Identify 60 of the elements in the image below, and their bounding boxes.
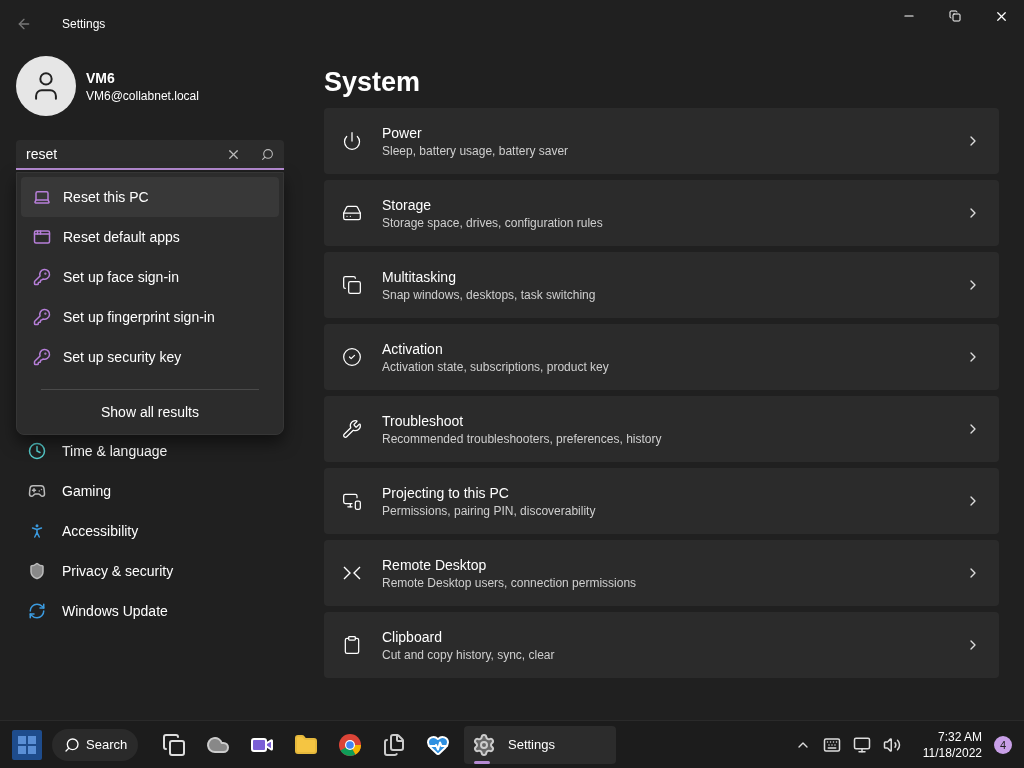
folder-icon[interactable] <box>294 732 318 757</box>
nav-item[interactable]: Accessibility <box>62 523 139 539</box>
page-title: System <box>324 65 422 99</box>
monitor-icon <box>342 491 362 511</box>
browser-icon[interactable] <box>338 732 362 757</box>
notification-badge[interactable]: 4 <box>994 735 1012 754</box>
show-all-results-link[interactable]: Show all results <box>21 390 279 434</box>
window-title: Settings <box>62 17 107 31</box>
shield-icon <box>28 562 46 580</box>
key-icon <box>33 308 51 326</box>
laptop-icon <box>33 188 51 206</box>
clock-date[interactable]: 11/18/2022 <box>922 744 982 761</box>
documents-icon[interactable] <box>382 732 406 757</box>
search-result[interactable]: Set up face sign-in <box>21 257 279 297</box>
key-icon <box>33 268 51 286</box>
clipboard-icon <box>342 635 362 655</box>
restore-icon[interactable] <box>949 10 961 22</box>
keyboard-icon[interactable] <box>822 735 841 754</box>
settings-card[interactable]: Activation Activation state, subscriptions, product key <box>324 324 999 390</box>
volume-icon[interactable] <box>882 735 901 754</box>
search-field[interactable]: reset <box>26 146 226 162</box>
overlapping-windows-icon[interactable] <box>162 732 186 757</box>
clock-time[interactable]: 7:32 AM <box>937 728 982 745</box>
settings-card[interactable]: Multitasking Snap windows, desktops, task switching <box>324 252 999 318</box>
taskbar-app-button[interactable]: Settings <box>464 725 616 764</box>
settings-card[interactable]: Troubleshoot Recommended troubleshooters, preferences, history <box>324 396 999 462</box>
start-button[interactable] <box>12 729 42 760</box>
search-result[interactable]: Reset this PC <box>21 177 279 217</box>
taskbar-search-button[interactable]: Search <box>52 728 138 761</box>
gamepad-icon <box>28 482 46 500</box>
app-window-icon <box>33 228 51 246</box>
back-icon[interactable] <box>16 16 32 32</box>
check-circle-icon <box>342 347 362 367</box>
settings-card[interactable]: Power Sleep, battery usage, battery saver <box>324 108 999 174</box>
nav-item[interactable]: Gaming <box>62 483 112 499</box>
profile-email: VM6@collabnet.local <box>86 88 199 103</box>
settings-card[interactable]: Remote Desktop Remote Desktop users, connection permissions <box>324 540 999 606</box>
refresh-icon <box>28 602 46 620</box>
network-icon[interactable] <box>852 735 871 754</box>
search-icon[interactable] <box>261 147 274 161</box>
nav-item[interactable]: Time & language <box>62 443 168 459</box>
key-icon <box>33 348 51 366</box>
search-icon[interactable] <box>64 736 80 753</box>
search-result[interactable]: Set up security key <box>21 337 279 377</box>
drive-icon <box>342 203 362 223</box>
settings-card[interactable]: Clipboard Cut and copy history, sync, clear <box>324 612 999 678</box>
search-bar[interactable]: reset <box>16 140 284 170</box>
power-icon <box>342 131 362 151</box>
windows-icon <box>342 275 362 295</box>
profile-name: VM6 <box>86 69 116 86</box>
wrench-icon <box>342 419 362 439</box>
nav-item[interactable]: Privacy & security <box>62 563 174 579</box>
search-result[interactable]: Set up fingerprint sign-in <box>21 297 279 337</box>
settings-card[interactable]: Projecting to this PC Permissions, pairing PIN, discoverability <box>324 468 999 534</box>
clock-icon <box>28 442 46 460</box>
search-result[interactable]: Reset default apps <box>21 217 279 257</box>
gear-icon[interactable] <box>472 732 496 757</box>
settings-card[interactable]: Storage Storage space, drives, configuration rules <box>324 180 999 246</box>
nav-item[interactable]: Windows Update <box>62 603 168 619</box>
avatar <box>16 56 76 116</box>
